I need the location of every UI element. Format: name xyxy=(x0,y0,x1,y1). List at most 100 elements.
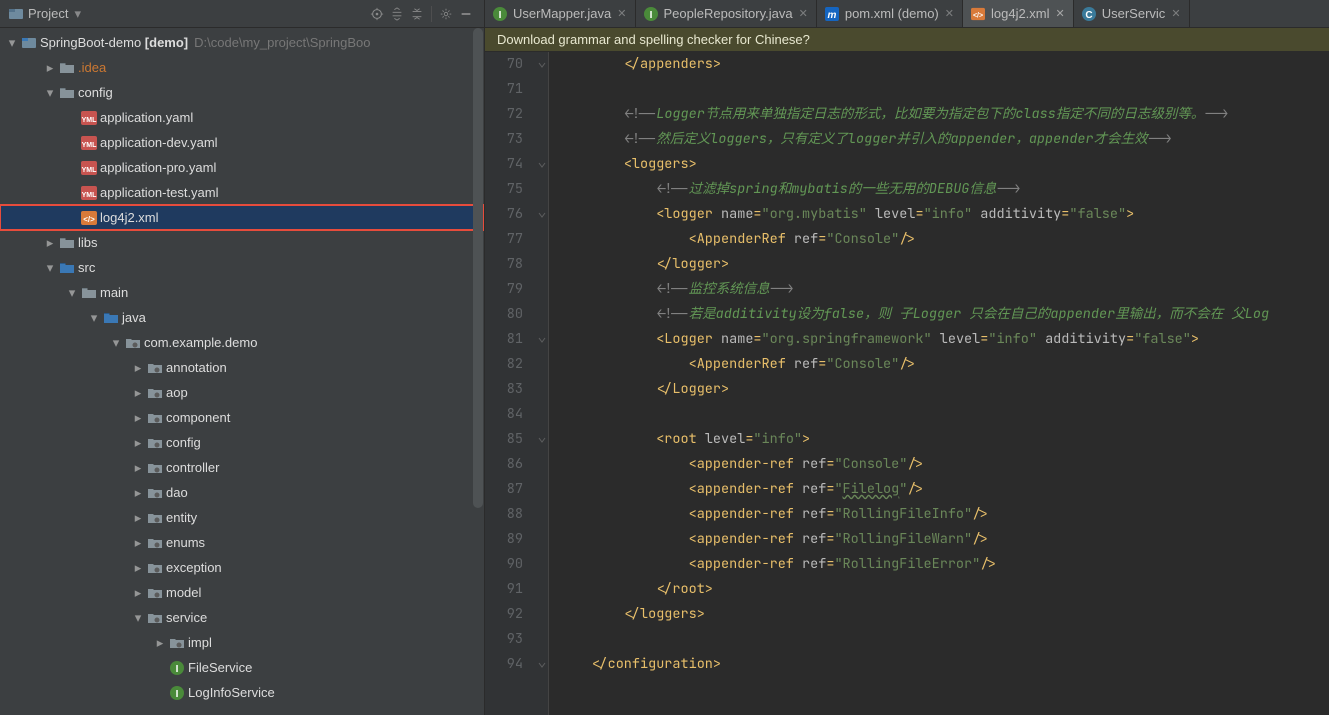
fold-marker[interactable] xyxy=(535,127,548,152)
chevron-right-icon[interactable]: ▸ xyxy=(130,535,146,551)
tree-item-dao[interactable]: ▸dao xyxy=(0,480,484,505)
tree-item-controller[interactable]: ▸controller xyxy=(0,455,484,480)
close-icon[interactable]: ✕ xyxy=(617,7,626,20)
code-line[interactable]: </loggers> xyxy=(559,602,1329,627)
tree-item-libs[interactable]: ▸libs xyxy=(0,230,484,255)
collapse-all-icon[interactable] xyxy=(407,4,427,24)
chevron-right-icon[interactable]: ▸ xyxy=(152,635,168,651)
hide-icon[interactable] xyxy=(456,4,476,24)
chevron-right-icon[interactable]: ▸ xyxy=(130,510,146,526)
fold-marker[interactable] xyxy=(535,352,548,377)
locate-icon[interactable] xyxy=(367,4,387,24)
code-line[interactable]: <Logger name="org.springframework" level… xyxy=(559,327,1329,352)
chevron-right-icon[interactable]: ▸ xyxy=(130,435,146,451)
close-icon[interactable]: ✕ xyxy=(799,7,808,20)
fold-marker[interactable] xyxy=(535,552,548,577)
code-line[interactable] xyxy=(559,627,1329,652)
gear-icon[interactable] xyxy=(436,4,456,24)
code-line[interactable]: </appenders> xyxy=(559,52,1329,77)
fold-marker[interactable] xyxy=(535,502,548,527)
tree-item-application-pro-yaml[interactable]: YMLapplication-pro.yaml xyxy=(0,155,484,180)
chevron-right-icon[interactable]: ▸ xyxy=(130,360,146,376)
fold-marker[interactable] xyxy=(535,102,548,127)
chevron-down-icon[interactable]: ▾ xyxy=(42,85,58,101)
tree-item--idea[interactable]: ▸.idea xyxy=(0,55,484,80)
tree-item-application-test-yaml[interactable]: YMLapplication-test.yaml xyxy=(0,180,484,205)
fold-marker[interactable] xyxy=(535,152,548,177)
tree-item-component[interactable]: ▸component xyxy=(0,405,484,430)
code-line[interactable]: <loggers> xyxy=(559,152,1329,177)
tree-item-annotation[interactable]: ▸annotation xyxy=(0,355,484,380)
code-line[interactable]: <!--过滤掉spring和mybatis的一些无用的DEBUG信息--> xyxy=(559,177,1329,202)
chevron-down-icon[interactable]: ▾ xyxy=(130,610,146,626)
tree-item-main[interactable]: ▾main xyxy=(0,280,484,305)
tree-item-aop[interactable]: ▸aop xyxy=(0,380,484,405)
fold-marker[interactable] xyxy=(535,327,548,352)
fold-marker[interactable] xyxy=(535,627,548,652)
tab-pom-xml-demo-[interactable]: mpom.xml (demo)✕ xyxy=(817,0,963,27)
tree-item-src[interactable]: ▾src xyxy=(0,255,484,280)
fold-marker[interactable] xyxy=(535,402,548,427)
code-line[interactable]: </logger> xyxy=(559,252,1329,277)
code-line[interactable]: <AppenderRef ref="Console"/> xyxy=(559,352,1329,377)
fold-marker[interactable] xyxy=(535,377,548,402)
tree-item-exception[interactable]: ▸exception xyxy=(0,555,484,580)
fold-marker[interactable] xyxy=(535,527,548,552)
fold-marker[interactable] xyxy=(535,477,548,502)
code-line[interactable]: <appender-ref ref="RollingFileError"/> xyxy=(559,552,1329,577)
fold-marker[interactable] xyxy=(535,52,548,77)
code-line[interactable]: <!--Logger节点用来单独指定日志的形式，比如要为指定包下的class指定… xyxy=(559,102,1329,127)
chevron-right-icon[interactable]: ▸ xyxy=(130,560,146,576)
chevron-right-icon[interactable]: ▸ xyxy=(130,485,146,501)
fold-marker[interactable] xyxy=(535,227,548,252)
close-icon[interactable]: ✕ xyxy=(945,7,954,20)
fold-marker[interactable] xyxy=(535,577,548,602)
tree-item-impl[interactable]: ▸impl xyxy=(0,630,484,655)
expand-all-icon[interactable] xyxy=(387,4,407,24)
code-line[interactable]: <!--若是additivity设为false，则 子Logger 只会在自己的… xyxy=(559,302,1329,327)
chevron-down-icon[interactable]: ▾ xyxy=(86,310,102,326)
chevron-down-icon[interactable]: ▾ xyxy=(64,285,80,301)
fold-marker[interactable] xyxy=(535,652,548,677)
code-line[interactable]: </configuration> xyxy=(559,652,1329,677)
tree-item-config[interactable]: ▸config xyxy=(0,430,484,455)
code-line[interactable]: <!--然后定义loggers，只有定义了logger并引入的appender，… xyxy=(559,127,1329,152)
tree-item-java[interactable]: ▾java xyxy=(0,305,484,330)
tree-item-config[interactable]: ▾config xyxy=(0,80,484,105)
code-line[interactable]: </Logger> xyxy=(559,377,1329,402)
code-content[interactable]: </appenders> <!--Logger节点用来单独指定日志的形式，比如要… xyxy=(549,52,1329,715)
tree-item-service[interactable]: ▾service xyxy=(0,605,484,630)
code-line[interactable]: <appender-ref ref="RollingFileInfo"/> xyxy=(559,502,1329,527)
code-line[interactable]: </root> xyxy=(559,577,1329,602)
tree-item-loginfoservice[interactable]: ILogInfoService xyxy=(0,680,484,705)
chevron-down-icon[interactable]: ▾ xyxy=(4,35,20,51)
tab-usermapper-java[interactable]: IUserMapper.java✕ xyxy=(485,0,636,27)
chevron-right-icon[interactable]: ▸ xyxy=(130,385,146,401)
fold-marker[interactable] xyxy=(535,602,548,627)
tree-item-application-dev-yaml[interactable]: YMLapplication-dev.yaml xyxy=(0,130,484,155)
chevron-down-icon[interactable]: ▾ xyxy=(42,260,58,276)
chevron-right-icon[interactable]: ▸ xyxy=(42,235,58,251)
code-line[interactable]: <appender-ref ref="Filelog"/> xyxy=(559,477,1329,502)
fold-marker[interactable] xyxy=(535,77,548,102)
tab-userservic[interactable]: CUserServic✕ xyxy=(1074,0,1190,27)
code-line[interactable]: <logger name="org.mybatis" level="info" … xyxy=(559,202,1329,227)
chevron-right-icon[interactable]: ▸ xyxy=(42,60,58,76)
close-icon[interactable]: ✕ xyxy=(1056,7,1065,20)
tab-peoplerepository-java[interactable]: IPeopleRepository.java✕ xyxy=(636,0,817,27)
code-line[interactable]: <root level="info"> xyxy=(559,427,1329,452)
code-line[interactable]: <AppenderRef ref="Console"/> xyxy=(559,227,1329,252)
tree-item-com-example-demo[interactable]: ▾com.example.demo xyxy=(0,330,484,355)
tree-item-entity[interactable]: ▸entity xyxy=(0,505,484,530)
chevron-right-icon[interactable]: ▸ xyxy=(130,410,146,426)
code-line[interactable]: <appender-ref ref="Console"/> xyxy=(559,452,1329,477)
tree-item-enums[interactable]: ▸enums xyxy=(0,530,484,555)
tree-item-application-yaml[interactable]: YMLapplication.yaml xyxy=(0,105,484,130)
fold-marker[interactable] xyxy=(535,277,548,302)
tree-item-log4j2-xml[interactable]: </>log4j2.xml xyxy=(0,205,484,230)
chevron-right-icon[interactable]: ▸ xyxy=(130,585,146,601)
tree-item-fileservice[interactable]: IFileService xyxy=(0,655,484,680)
chevron-right-icon[interactable]: ▸ xyxy=(130,460,146,476)
close-icon[interactable]: ✕ xyxy=(1171,7,1180,20)
chevron-down-icon[interactable]: ▾ xyxy=(108,335,124,351)
